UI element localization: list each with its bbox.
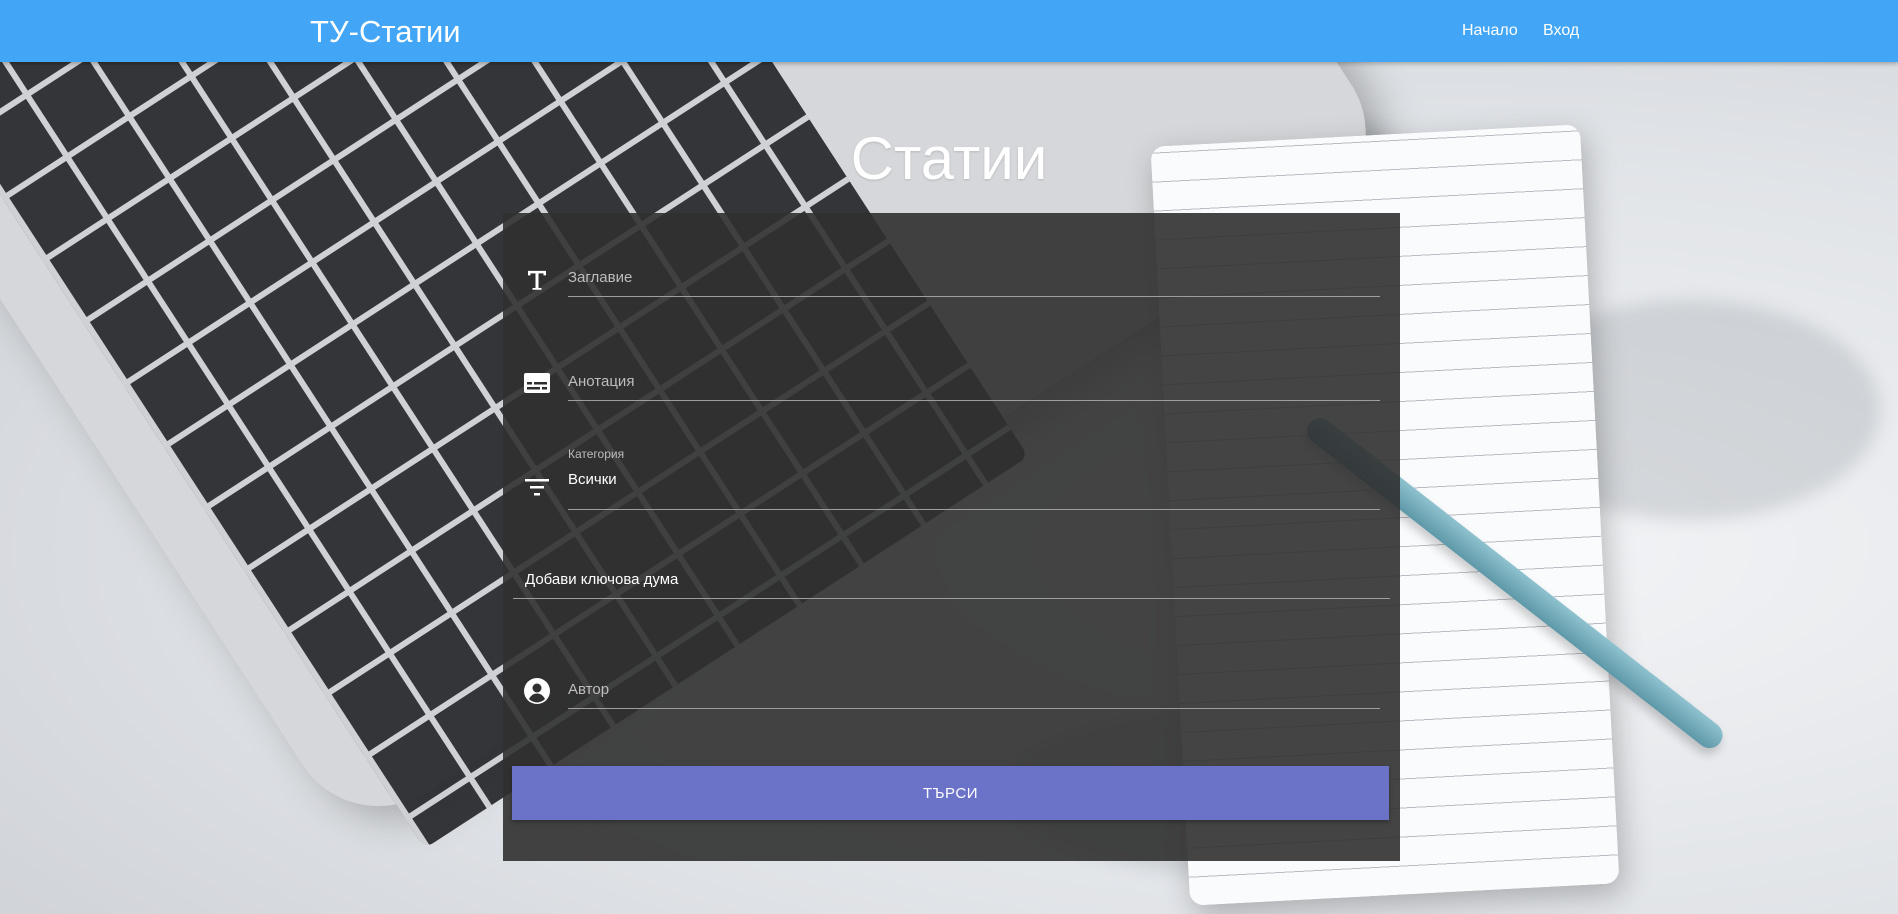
category-select[interactable]: Категория Всички	[568, 447, 1380, 510]
author-field	[568, 675, 1380, 709]
title-text-icon	[523, 267, 551, 295]
nav-link-home[interactable]: Начало	[1462, 22, 1518, 40]
search-button[interactable]: ТЪРСИ	[512, 766, 1389, 820]
category-selected-value[interactable]: Всички	[568, 449, 1380, 498]
search-panel: Категория Всички ТЪРСИ	[503, 213, 1400, 861]
abstract-input[interactable]	[568, 367, 1380, 400]
keywords-field	[513, 565, 1390, 599]
filter-icon	[523, 473, 551, 501]
title-field	[568, 263, 1380, 297]
account-circle-icon	[523, 677, 551, 705]
page-title: Статии	[850, 125, 1048, 192]
navbar: ТУ-Статии Начало Вход	[0, 0, 1898, 62]
subtitles-icon	[523, 369, 551, 397]
keywords-input[interactable]	[513, 565, 1390, 598]
abstract-field	[568, 367, 1380, 401]
author-input[interactable]	[568, 675, 1380, 708]
title-input[interactable]	[568, 263, 1380, 296]
nav-link-login[interactable]: Вход	[1543, 22, 1579, 40]
brand-logo[interactable]: ТУ-Статии	[310, 14, 461, 50]
category-label: Категория	[568, 447, 625, 461]
